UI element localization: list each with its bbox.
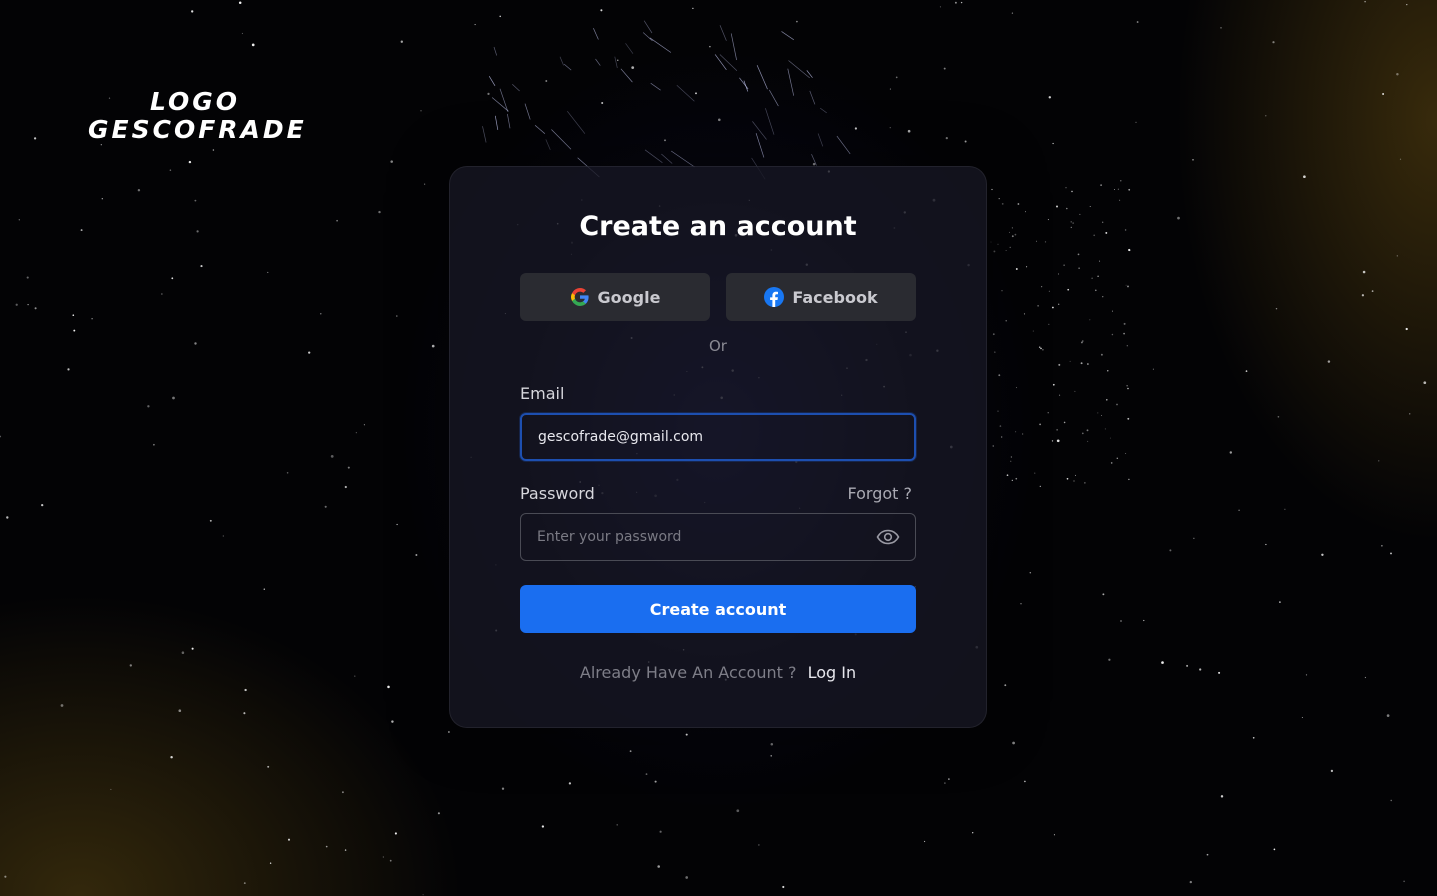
facebook-signup-button[interactable]: Facebook [726, 273, 916, 321]
email-field[interactable] [520, 413, 916, 461]
create-account-button[interactable]: Create account [520, 585, 916, 633]
signup-card: Create an account Google Facebook Or Ema… [449, 166, 987, 728]
login-prompt: Already Have An Account ? Log In [450, 663, 986, 682]
google-label: Google [597, 287, 661, 307]
logo-line-2: GESCOFRADE [88, 115, 307, 144]
eye-icon[interactable] [876, 527, 900, 547]
password-label: Password [520, 484, 595, 503]
password-field[interactable] [520, 513, 916, 561]
logo-line-1: LOGO [149, 87, 241, 116]
form-title: Create an account [579, 211, 857, 242]
google-signup-button[interactable]: Google [520, 273, 710, 321]
facebook-icon [764, 287, 785, 307]
email-label: Email [520, 384, 565, 403]
brand-logo: LOGO GESCOFRADE [88, 87, 307, 144]
login-question: Already Have An Account ? [579, 663, 797, 682]
or-divider: Or [709, 337, 727, 355]
google-icon [570, 288, 589, 306]
facebook-label: Facebook [792, 287, 878, 307]
forgot-password-link[interactable]: Forgot ? [847, 484, 912, 503]
login-link[interactable]: Log In [808, 663, 857, 682]
